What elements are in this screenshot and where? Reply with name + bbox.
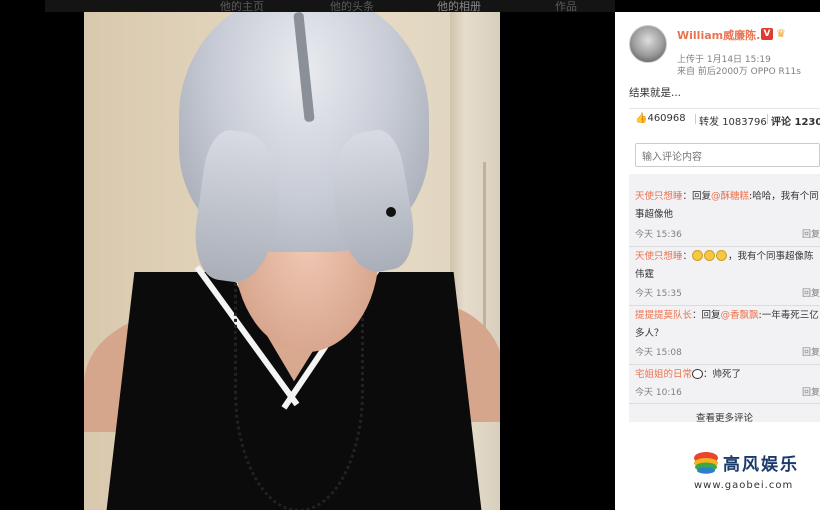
main-photo[interactable] xyxy=(84,12,500,510)
repost-label: 转发 xyxy=(699,117,719,128)
more-comments-link[interactable]: 查看更多评论 xyxy=(629,410,820,424)
stats-bar: 👍460968 转发 1083796 评论 12302 xyxy=(629,108,820,128)
stats-divider xyxy=(695,114,696,124)
laughing-emoji-icon xyxy=(692,250,704,261)
photo-earring xyxy=(386,207,396,217)
comment-author[interactable]: 提提提莫队长 xyxy=(635,310,692,321)
comment-mention[interactable]: @酥糖糕 xyxy=(711,191,749,202)
comment-time: 今天 15:08 xyxy=(635,348,682,358)
comment-prefix: ：回复 xyxy=(682,191,712,202)
comment-prefix: ：回复 xyxy=(692,310,721,321)
comment-author[interactable]: 天使只想睡 xyxy=(635,251,683,262)
reply-button[interactable]: 回复 xyxy=(802,344,820,362)
comment-prefix: ： xyxy=(703,369,713,380)
username-link[interactable]: William威廉陈... xyxy=(677,27,769,43)
comment-meta: 今天 10:16 回复 xyxy=(635,384,820,402)
comment-divider xyxy=(629,305,820,306)
like-button[interactable]: 👍460968 xyxy=(635,113,686,124)
comment-meta: 今天 15:36 回复 xyxy=(635,226,820,244)
comment-item: 提提提莫队长：回复@香飘飘:一年毒死三亿多人？ xyxy=(635,307,820,343)
comment-item: 宅姐姐的日常 ：帅死了 xyxy=(635,366,820,384)
avatar[interactable] xyxy=(629,25,667,63)
repost-button[interactable]: 转发 1083796 xyxy=(699,113,767,128)
post-text: 结果就是... xyxy=(629,87,682,99)
comment-meta: 今天 15:35 回复 xyxy=(635,285,820,303)
like-count: 460968 xyxy=(647,113,686,124)
comment-prefix: ： xyxy=(682,251,693,262)
watermark-title: 高风娱乐 xyxy=(723,455,799,475)
watermark-url: www.gaobei.com xyxy=(694,480,794,491)
comment-item: 天使只想睡：回复@酥糖糕:哈哈，我有个同事超像他 xyxy=(635,188,820,224)
reply-button[interactable]: 回复 xyxy=(802,226,820,244)
panda-emoji-icon xyxy=(692,369,704,379)
comment-meta: 今天 15:08 回复 xyxy=(635,344,820,362)
comment-tab[interactable]: 评论 12302 xyxy=(771,113,820,128)
verified-icon: V xyxy=(761,28,773,40)
comment-input[interactable] xyxy=(635,143,820,167)
comment-text: 帅死了 xyxy=(712,369,742,380)
thumbs-up-icon: 👍 xyxy=(635,113,648,124)
comment-time: 今天 15:35 xyxy=(635,289,682,299)
photo-viewer xyxy=(0,0,615,510)
laughing-emoji-icon xyxy=(716,250,728,261)
comment-list: 天使只想睡：回复@酥糖糕:哈哈，我有个同事超像他 今天 15:36 回复 天使只… xyxy=(629,174,820,424)
comment-item: 天使只想睡： ，我有个同事超像陈伟霆 xyxy=(635,248,820,284)
info-panel: William威廉陈... V ♛ 上传于 1月14日 15:19 来自 前后2… xyxy=(615,12,820,510)
reply-button[interactable]: 回复 xyxy=(802,285,820,303)
stats-divider xyxy=(767,114,768,124)
comment-divider xyxy=(629,246,820,247)
comment-author[interactable]: 宅姐姐的日常 xyxy=(635,369,692,380)
comment-time: 今天 15:36 xyxy=(635,230,682,240)
laughing-emoji-icon xyxy=(704,250,716,261)
comment-label: 评论 xyxy=(771,117,791,128)
comment-author[interactable]: 天使只想睡 xyxy=(635,191,683,202)
gaobei-logo-icon xyxy=(694,452,718,474)
post-source: 来自 前后2000万 OPPO R11s xyxy=(677,67,801,77)
reply-button[interactable]: 回复 xyxy=(802,384,820,402)
comment-divider xyxy=(629,403,820,404)
comment-mention[interactable]: @香飘飘 xyxy=(721,310,759,321)
crown-icon: ♛ xyxy=(776,27,786,40)
comment-count: 12302 xyxy=(794,117,820,128)
repost-count: 1083796 xyxy=(722,117,767,128)
comment-time: 今天 10:16 xyxy=(635,388,682,398)
comment-divider xyxy=(629,364,820,365)
site-watermark: 高风娱乐 www.gaobei.com xyxy=(690,448,820,496)
